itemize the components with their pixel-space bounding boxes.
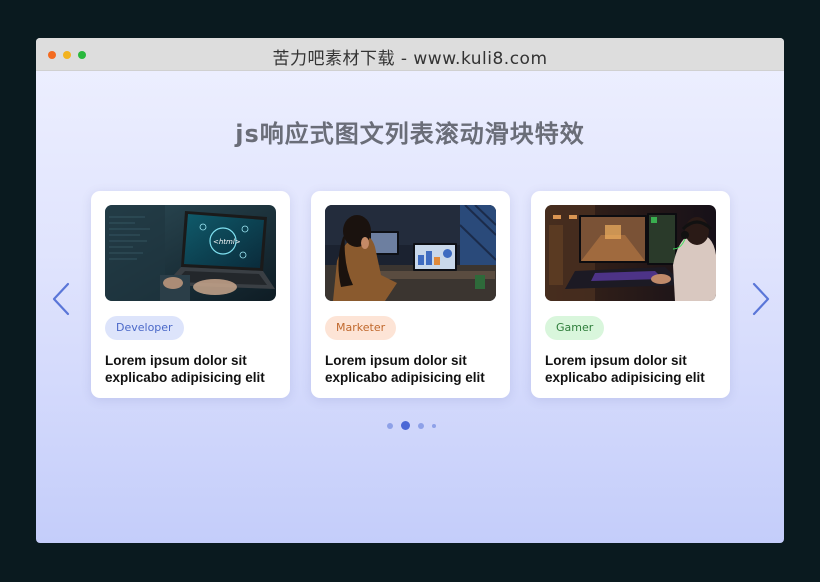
card-image-office: [325, 205, 496, 301]
carousel-track: <html> Developer Lorem ipsum dolor sit e…: [91, 191, 730, 398]
chevron-right-icon: [752, 282, 770, 316]
pagination-dot[interactable]: [386, 422, 393, 429]
carousel-pagination: [36, 421, 784, 430]
chevron-left-icon: [52, 282, 70, 316]
pagination-dot[interactable]: [431, 423, 436, 428]
pagination-dot[interactable]: [417, 422, 424, 429]
title-bar: 苦力吧素材下载 - www.kuli8.com: [36, 38, 784, 71]
svg-text:<html>: <html>: [213, 238, 241, 246]
carousel-next-button[interactable]: [746, 281, 774, 317]
carousel-card[interactable]: Marketer Lorem ipsum dolor sit explicabo…: [311, 191, 510, 398]
category-tag: Marketer: [325, 316, 397, 340]
card-image-laptop: <html>: [105, 205, 276, 301]
carousel-card[interactable]: Gamer Lorem ipsum dolor sit explicabo ad…: [531, 191, 730, 398]
card-title: Lorem ipsum dolor sit explicabo adipisic…: [325, 353, 485, 385]
category-tag: Gamer: [545, 316, 605, 340]
card-title: Lorem ipsum dolor sit explicabo adipisic…: [105, 353, 265, 385]
card-title: Lorem ipsum dolor sit explicabo adipisic…: [545, 353, 705, 385]
category-tag: Developer: [105, 316, 184, 340]
card-image-gamer: [545, 205, 716, 301]
carousel-prev-button[interactable]: [48, 281, 76, 317]
window-title: 苦力吧素材下载 - www.kuli8.com: [272, 49, 548, 69]
pagination-dot-active[interactable]: [400, 421, 410, 430]
carousel-card[interactable]: <html> Developer Lorem ipsum dolor sit e…: [91, 191, 290, 398]
page-title: js响应式图文列表滚动滑块特效: [235, 120, 585, 148]
browser-window: 苦力吧素材下载 - www.kuli8.com js响应式图文列表滚动滑块特效: [36, 38, 784, 543]
